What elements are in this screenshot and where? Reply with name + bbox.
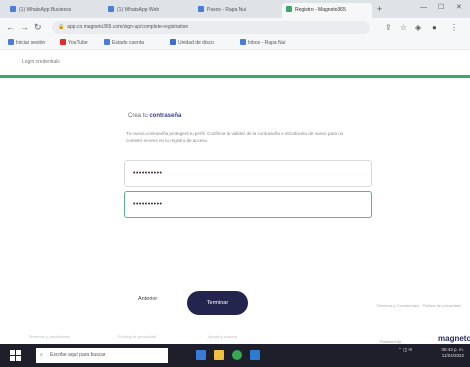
page-header: Login credentials	[0, 51, 470, 75]
bookmark-icon	[104, 39, 110, 45]
bookmark-item[interactable]: Iniciar sesión	[8, 39, 45, 48]
browser-tab[interactable]: (1) WhatsApp Web	[104, 3, 190, 18]
form-description: Tu nueva contraseña protegerá tu perfil.…	[126, 131, 344, 143]
progress-divider	[0, 75, 470, 78]
bookmark-item[interactable]: YouTube	[60, 39, 88, 48]
footer-link[interactable]: Política de privacidad	[118, 334, 156, 339]
bookmark-icon	[8, 39, 14, 45]
tab-favicon-icon	[198, 6, 204, 12]
back-arrow-icon[interactable]: ←	[6, 21, 15, 34]
header-label: Login credentials	[22, 59, 60, 65]
browser-tab[interactable]: (1) WhatsApp Business	[6, 3, 101, 18]
task-view-icon[interactable]	[196, 350, 206, 360]
browser-tab-active[interactable]: Registro - Magneto365	[282, 3, 372, 18]
browser-tab-strip: (1) WhatsApp Business (1) WhatsApp Web P…	[0, 0, 470, 18]
youtube-icon	[60, 39, 66, 45]
chrome-icon[interactable]	[232, 350, 242, 360]
drive-icon	[170, 39, 176, 45]
system-tray-icons[interactable]: ⌃ ◫ ✉	[398, 347, 412, 353]
forward-arrow-icon[interactable]: →	[20, 21, 29, 34]
tab-favicon-icon	[108, 6, 114, 12]
bookmark-item[interactable]: Unidad de disco	[170, 39, 214, 48]
footer-link[interactable]: Términos y condiciones	[28, 334, 70, 339]
file-explorer-icon[interactable]	[214, 350, 224, 360]
form-title: Crea tu contraseña	[128, 113, 182, 119]
maximize-icon[interactable]: ☐	[438, 2, 444, 14]
legal-note: Términos y Condiciones · Política de pri…	[376, 303, 461, 308]
bookmark-item[interactable]: Estado cuenta	[104, 39, 144, 48]
tab-favicon-icon	[286, 6, 292, 12]
lock-icon: 🔒	[58, 24, 65, 30]
brand-logo: magneto	[438, 334, 470, 343]
extensions-icon[interactable]: ◈	[415, 21, 421, 34]
confirm-password-field[interactable]: ••••••••••	[124, 191, 372, 218]
back-button[interactable]: Anterior	[138, 296, 157, 302]
share-icon[interactable]: ⇪	[385, 21, 392, 34]
taskbar-search-input[interactable]: ⌕ Escribe aquí para buscar	[36, 348, 168, 363]
new-tab-button[interactable]: +	[377, 3, 382, 15]
windows-taskbar: ⌕ Escribe aquí para buscar ⌃ ◫ ✉ 05:43 p.…	[0, 344, 470, 367]
search-icon: ⌕	[40, 352, 43, 358]
star-icon[interactable]: ☆	[400, 21, 407, 34]
close-icon[interactable]: ✕	[456, 2, 462, 14]
bookmark-item[interactable]: Inbox - Rapa Nui	[240, 39, 286, 48]
windows-start-icon[interactable]	[10, 350, 21, 361]
browser-tab[interactable]: Pasos - Rapa Nui	[194, 3, 280, 18]
bookmarks-bar: Iniciar sesión YouTube Estado cuenta Uni…	[0, 37, 470, 50]
profile-icon[interactable]: ●	[432, 21, 437, 34]
menu-dots-icon[interactable]: ⋮	[450, 21, 458, 34]
address-bar[interactable]: 🔒 app.co.magneto365.com/sign-up/complete-…	[52, 21, 370, 34]
reload-icon[interactable]: ↻	[34, 21, 42, 34]
word-icon[interactable]	[250, 350, 260, 360]
minimize-icon[interactable]: —	[420, 2, 427, 14]
browser-toolbar: ← → ↻ 🔒 app.co.magneto365.com/sign-up/com…	[0, 18, 470, 37]
finish-button[interactable]: Terminar	[187, 291, 248, 315]
clock[interactable]: 05:43 p. m. 11/04/2022	[428, 347, 464, 359]
tab-favicon-icon	[10, 6, 16, 12]
bookmark-icon	[240, 39, 246, 45]
footer-link[interactable]: Ayuda y soporte	[208, 334, 237, 339]
password-field[interactable]: ••••••••••	[124, 160, 372, 187]
